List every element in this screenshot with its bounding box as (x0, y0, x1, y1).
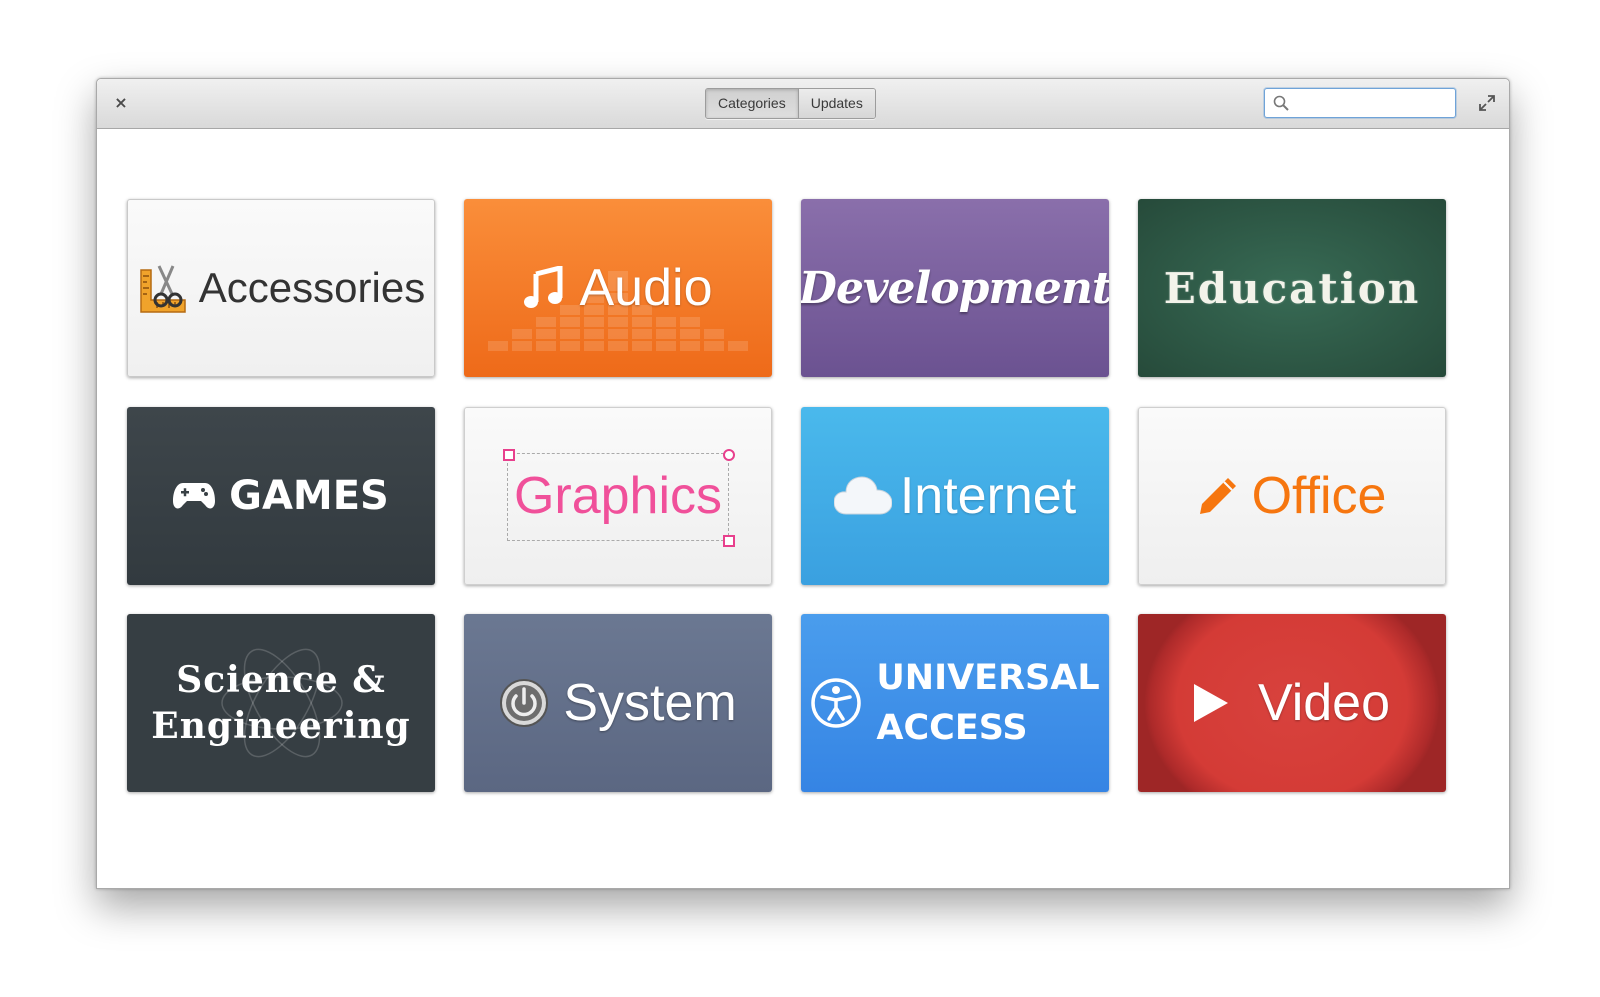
cloud-icon (833, 476, 892, 515)
music-note-icon (523, 266, 562, 308)
category-label-line2: ACCESS (876, 708, 1028, 748)
category-education[interactable]: Education (1138, 199, 1446, 377)
category-label-line2: Engineering (151, 705, 411, 747)
selection-handle (503, 449, 515, 461)
mode-switch: Categories Updates (705, 88, 876, 119)
category-label: Education (1163, 263, 1421, 313)
close-button[interactable]: × (111, 93, 131, 113)
close-icon: × (114, 93, 128, 112)
header-bar: × Categories Updates (97, 79, 1509, 129)
selection-handle (723, 449, 735, 461)
play-icon (1193, 684, 1228, 722)
category-label: Accessories (198, 264, 426, 311)
category-label: Video (1257, 674, 1391, 732)
pencil-icon (1199, 478, 1236, 514)
tab-categories[interactable]: Categories (706, 89, 798, 118)
gamepad-icon (173, 483, 216, 509)
category-graphics[interactable]: Graphics (464, 407, 772, 585)
accessibility-icon (811, 678, 862, 728)
search-field[interactable] (1264, 88, 1456, 118)
category-development[interactable]: Development (801, 199, 1109, 377)
app-window: × Categories Updates Accessories Audio D… (96, 78, 1510, 889)
category-video[interactable]: Video (1138, 614, 1446, 792)
tab-updates[interactable]: Updates (797, 89, 875, 118)
category-label: System (563, 674, 737, 732)
category-label: Development (801, 262, 1109, 314)
category-label-block: UNIVERSAL ACCESS (876, 653, 1099, 753)
scissors-ruler-icon (140, 265, 186, 313)
category-label: Office (1251, 467, 1387, 525)
category-label: Science & (176, 659, 386, 701)
category-label: Graphics (513, 467, 723, 525)
category-games[interactable]: GAMES (127, 407, 435, 585)
category-audio[interactable]: Audio (464, 199, 772, 377)
category-accessories[interactable]: Accessories (127, 199, 435, 377)
category-system[interactable]: System (464, 614, 772, 792)
category-internet[interactable]: Internet (801, 407, 1109, 585)
category-office[interactable]: Office (1138, 407, 1446, 585)
search-input[interactable] (1293, 89, 1449, 117)
maximize-icon[interactable] (1477, 93, 1497, 113)
category-universal-access[interactable]: UNIVERSAL ACCESS (801, 614, 1109, 792)
power-icon (500, 679, 549, 727)
category-label: Audio (579, 259, 713, 317)
category-science-engineering[interactable]: Science & Engineering (127, 614, 435, 792)
search-icon (1273, 95, 1289, 111)
category-label: GAMES (229, 473, 389, 519)
selection-handle (723, 535, 735, 547)
category-label: UNIVERSAL (876, 658, 1100, 698)
category-label: Internet (899, 467, 1077, 525)
